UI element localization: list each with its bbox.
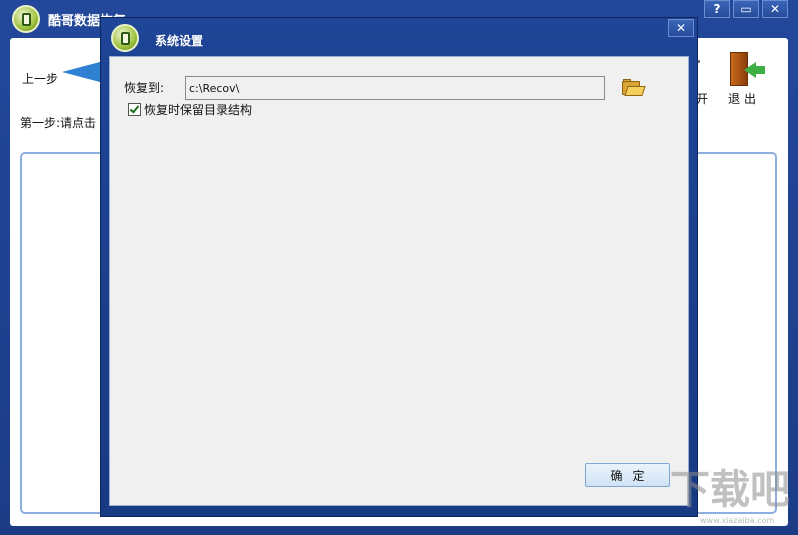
settings-dialog: 系统设置 ✕ 恢复到: 恢复时保留目录结构 确定	[100, 17, 698, 517]
back-arrow-icon[interactable]	[62, 62, 100, 82]
exit-door-icon[interactable]	[730, 52, 765, 88]
dialog-logo-icon	[111, 24, 139, 52]
close-button[interactable]: ✕	[762, 0, 788, 18]
dialog-titlebar[interactable]: 系统设置 ✕	[101, 18, 699, 56]
keep-structure-option[interactable]: 恢复时保留目录结构	[128, 101, 252, 117]
exit-label[interactable]: 退出	[728, 90, 760, 107]
ok-button[interactable]: 确定	[585, 463, 670, 487]
dialog-close-button[interactable]: ✕	[668, 19, 694, 37]
watermark-url: www.xiazaiba.com	[700, 516, 775, 525]
dialog-title: 系统设置	[155, 34, 204, 48]
checkmark-icon	[129, 102, 140, 114]
help-button[interactable]: ?	[704, 0, 730, 18]
restore-path-input[interactable]	[185, 76, 605, 100]
minimize-button[interactable]: ▭	[733, 0, 759, 18]
keep-structure-label[interactable]: 恢复时保留目录结构	[144, 101, 252, 118]
keep-structure-checkbox[interactable]	[128, 102, 141, 116]
app-logo-icon	[12, 5, 40, 33]
restore-to-label: 恢复到:	[124, 81, 165, 95]
folder-open-icon[interactable]	[622, 79, 646, 97]
prev-step-label[interactable]: 上一步	[22, 70, 58, 87]
dialog-body: 恢复到: 恢复时保留目录结构 确定	[109, 56, 689, 506]
step-instruction: 第一步:请点击	[20, 116, 97, 130]
